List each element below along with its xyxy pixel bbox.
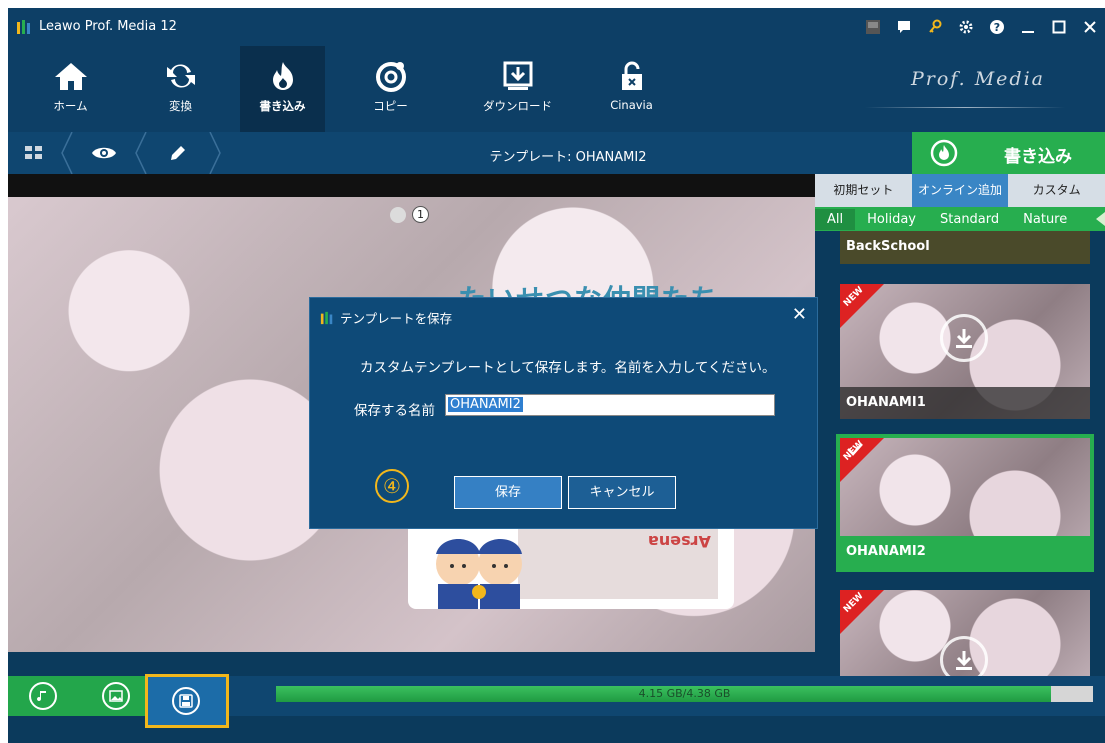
- grid-view-button[interactable]: [8, 132, 60, 174]
- template-card-selected[interactable]: NEW OHANAMI2: [836, 434, 1094, 572]
- save-template-dialog: テンプレートを保存 ✕ カスタムテンプレートとして保存します。名前を入力してくだ…: [309, 297, 818, 529]
- template-card-label: BackSchool: [840, 231, 1090, 264]
- template-card[interactable]: NEW: [840, 590, 1090, 684]
- preview-home-icon[interactable]: [390, 206, 406, 223]
- disc-capacity-text: 4.15 GB/4.38 GB: [638, 687, 731, 700]
- app-window: Leawo Prof. Media 12 ? ホーム 変換 書き込み コピー ダ…: [8, 8, 1105, 743]
- nav-download[interactable]: ダウンロード: [475, 46, 560, 132]
- template-card[interactable]: NEW OHANAMI1: [840, 284, 1090, 419]
- close-icon[interactable]: [1074, 8, 1105, 46]
- burn-button-label: 書き込み: [1004, 147, 1072, 167]
- save-template-button[interactable]: [145, 674, 229, 728]
- filter-nature[interactable]: Nature: [1011, 212, 1079, 227]
- dialog-message: カスタムテンプレートとして保存します。名前を入力してください。: [360, 360, 776, 376]
- image-icon[interactable]: [102, 682, 130, 710]
- download-icon: [503, 61, 532, 90]
- dialog-title-bar: テンプレートを保存: [320, 308, 452, 327]
- template-filters: All Holiday Standard Nature: [815, 207, 1105, 231]
- template-panel: 初期セット オンライン追加 カスタム All Holiday Standard …: [815, 174, 1105, 684]
- filter-holiday[interactable]: Holiday: [855, 212, 928, 227]
- dialog-title: テンプレートを保存: [340, 311, 453, 326]
- convert-icon: [166, 64, 195, 88]
- template-title: テンプレート: OHANAMI2: [489, 150, 647, 165]
- nav-home-label: ホーム: [53, 99, 88, 113]
- maximize-icon[interactable]: [1043, 8, 1074, 46]
- nav-burn-label: 書き込み: [259, 99, 306, 113]
- nav-download-label: ダウンロード: [483, 99, 552, 113]
- preview-button[interactable]: [74, 132, 134, 174]
- app-logo-icon: [320, 311, 333, 324]
- pencil-icon: [171, 146, 185, 160]
- svg-text:?: ?: [993, 21, 999, 34]
- grid-icon: [25, 146, 42, 159]
- preview-page-nav: 1: [390, 206, 429, 223]
- nav-burn[interactable]: 書き込み: [240, 46, 325, 132]
- tab-online[interactable]: オンライン追加: [911, 174, 1009, 207]
- burn-flame-icon: [930, 139, 958, 167]
- template-card-label: OHANAMI2: [840, 536, 1090, 568]
- brand-logo-text: Prof. Media: [910, 68, 1045, 90]
- nav-copy-label: コピー: [373, 99, 408, 113]
- preview-photo-frame: Arsena: [408, 524, 734, 609]
- eye-icon: [92, 147, 116, 159]
- template-tabs: 初期セット オンライン追加 カスタム: [815, 174, 1105, 207]
- title-bar: Leawo Prof. Media 12 ?: [8, 8, 1105, 46]
- nav-convert[interactable]: 変換: [138, 46, 223, 132]
- tab-custom[interactable]: カスタム: [1008, 174, 1105, 207]
- download-template-icon[interactable]: [940, 314, 988, 362]
- dialog-close-icon[interactable]: ✕: [792, 304, 807, 325]
- template-name-value: OHANAMI2: [448, 397, 523, 412]
- main-nav: ホーム 変換 書き込み コピー ダウンロード Cinavia Prof. Med…: [8, 46, 1105, 132]
- edit-button[interactable]: [148, 132, 208, 174]
- name-field-label: 保存する名前: [354, 403, 435, 419]
- toolbar-divider: [60, 132, 74, 174]
- key-icon[interactable]: [919, 8, 950, 46]
- save-button[interactable]: 保存: [454, 476, 562, 509]
- disc-copy-icon: [375, 62, 406, 92]
- window-title: Leawo Prof. Media 12: [39, 19, 177, 34]
- home-icon: [54, 63, 87, 90]
- template-card-label: OHANAMI1: [840, 387, 1090, 419]
- nav-cinavia[interactable]: Cinavia: [589, 46, 674, 132]
- tab-presets[interactable]: 初期セット: [815, 174, 912, 207]
- feedback-icon[interactable]: [888, 8, 919, 46]
- kids-illustration-icon: [436, 539, 522, 609]
- bottom-tool-group: [8, 676, 145, 716]
- checkmark-icon: [847, 443, 863, 456]
- minimize-icon[interactable]: [1012, 8, 1043, 46]
- unlock-icon: [621, 61, 642, 90]
- filter-all[interactable]: All: [815, 208, 856, 230]
- filter-standard[interactable]: Standard: [928, 212, 1011, 227]
- flame-icon: [272, 62, 293, 90]
- template-name-input[interactable]: OHANAMI2: [445, 394, 775, 416]
- disc-capacity-bar: 4.15 GB/4.38 GB: [276, 686, 1093, 702]
- nav-home[interactable]: ホーム: [28, 46, 113, 132]
- brand-underline: [865, 107, 1065, 108]
- step-marker: ④: [375, 469, 409, 503]
- nav-copy[interactable]: コピー: [348, 46, 433, 132]
- stamp-text: Arsena: [648, 532, 711, 551]
- settings-gear-icon[interactable]: [950, 8, 981, 46]
- nav-cinavia-label: Cinavia: [610, 98, 653, 112]
- music-icon[interactable]: [29, 682, 57, 710]
- bottom-bar: 4.15 GB/4.38 GB: [8, 674, 1105, 728]
- burn-button[interactable]: 書き込み: [912, 132, 1105, 174]
- help-icon[interactable]: ?: [981, 8, 1012, 46]
- save-disk-icon: [172, 687, 200, 715]
- template-card[interactable]: BackSchool: [840, 231, 1090, 264]
- nav-convert-label: 変換: [169, 99, 192, 113]
- amd-icon[interactable]: [857, 8, 888, 46]
- toolbar-divider: [134, 132, 148, 174]
- page-number[interactable]: 1: [412, 206, 429, 223]
- editor-toolbar: テンプレート: OHANAMI2 書き込み: [8, 132, 1105, 174]
- stamp-image: Arsena: [518, 524, 718, 599]
- cancel-button[interactable]: キャンセル: [568, 476, 676, 509]
- app-logo-icon: [17, 20, 30, 34]
- filter-scroll-left-icon[interactable]: [1096, 212, 1105, 226]
- toolbar-divider: [208, 132, 222, 174]
